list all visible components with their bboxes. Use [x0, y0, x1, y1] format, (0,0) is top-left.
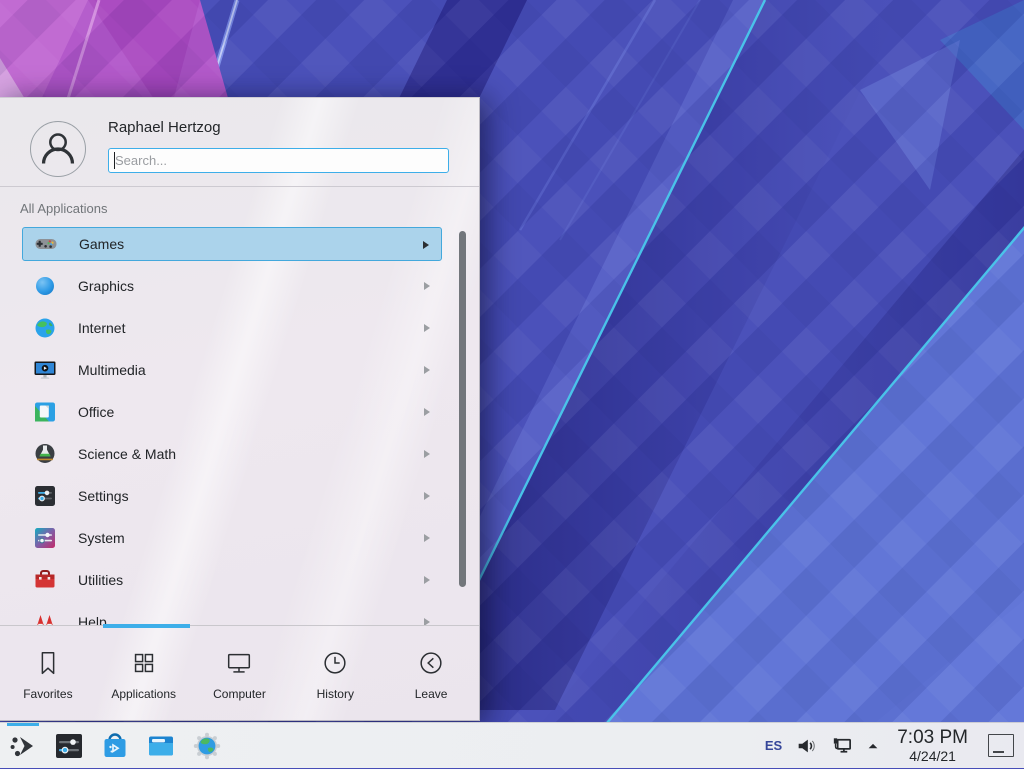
- taskbar-discover[interactable]: [92, 723, 138, 769]
- scrollbar[interactable]: [459, 231, 466, 587]
- submenu-arrow-icon: [423, 241, 429, 249]
- app-category-system[interactable]: System: [22, 521, 442, 555]
- digital-clock[interactable]: 7:03 PM 4/24/21: [897, 728, 968, 763]
- taskbar-application-launcher[interactable]: [0, 723, 46, 769]
- system-icon: [33, 526, 57, 550]
- text-caret: [114, 152, 115, 169]
- section-label: All Applications: [20, 201, 107, 216]
- kde-launcher-icon: [7, 730, 39, 762]
- submenu-arrow-icon: [424, 324, 430, 332]
- tab-leave[interactable]: Leave: [383, 626, 479, 722]
- network-icon[interactable]: [830, 734, 853, 757]
- user-icon: [32, 123, 84, 175]
- volume-icon[interactable]: [795, 735, 817, 757]
- applications-icon: [129, 648, 159, 678]
- submenu-arrow-icon: [424, 618, 430, 625]
- tab-label: Computer: [213, 687, 266, 701]
- clock-time: 7:03 PM: [897, 728, 968, 747]
- app-category-multimedia[interactable]: Multimedia: [22, 353, 442, 387]
- app-category-label: Science & Math: [78, 446, 176, 462]
- app-category-label: Multimedia: [78, 362, 146, 378]
- keyboard-layout-indicator[interactable]: ES: [765, 738, 782, 753]
- taskbar: ES 7:03 PM 4/24/21: [0, 722, 1024, 768]
- submenu-arrow-icon: [424, 534, 430, 542]
- settings-icon: [33, 484, 57, 508]
- science-icon: [33, 442, 57, 466]
- user-avatar[interactable]: [30, 121, 86, 177]
- browser-icon: [191, 730, 223, 762]
- tab-label: Leave: [415, 687, 448, 701]
- taskbar-launchers: [0, 723, 230, 768]
- graphics-icon: [33, 274, 57, 298]
- submenu-arrow-icon: [424, 576, 430, 584]
- games-icon: [34, 232, 58, 256]
- app-category-games[interactable]: Games: [22, 227, 442, 261]
- app-category-help[interactable]: Help: [22, 605, 442, 625]
- show-desktop-glyph: [993, 751, 1004, 753]
- search-input[interactable]: [108, 148, 449, 173]
- app-category-science-math[interactable]: Science & Math: [22, 437, 442, 471]
- app-category-label: Settings: [78, 488, 129, 504]
- submenu-arrow-icon: [424, 492, 430, 500]
- system-settings-icon: [53, 730, 85, 762]
- user-name: Raphael Hertzog: [108, 119, 221, 136]
- system-tray: ES 7:03 PM 4/24/21: [765, 723, 1024, 768]
- app-category-label: Internet: [78, 320, 125, 336]
- active-task-indicator: [7, 723, 39, 726]
- app-category-internet[interactable]: Internet: [22, 311, 442, 345]
- app-category-label: Office: [78, 404, 114, 420]
- submenu-arrow-icon: [424, 408, 430, 416]
- app-category-graphics[interactable]: Graphics: [22, 269, 442, 303]
- tab-applications[interactable]: Applications: [96, 626, 192, 722]
- clock-date: 4/24/21: [909, 749, 956, 763]
- app-category-settings[interactable]: Settings: [22, 479, 442, 513]
- internet-icon: [33, 316, 57, 340]
- computer-icon: [224, 648, 254, 678]
- app-category-label: Graphics: [78, 278, 134, 294]
- expand-tray-icon[interactable]: [866, 739, 880, 753]
- submenu-arrow-icon: [424, 450, 430, 458]
- utilities-icon: [33, 568, 57, 592]
- taskbar-system-settings[interactable]: [46, 723, 92, 769]
- discover-icon: [99, 730, 131, 762]
- tab-label: Favorites: [23, 687, 72, 701]
- taskbar-file-manager[interactable]: [138, 723, 184, 769]
- leave-icon: [416, 648, 446, 678]
- dolphin-icon: [145, 730, 177, 762]
- app-category-label: System: [78, 530, 125, 546]
- multimedia-icon: [33, 358, 57, 382]
- tab-label: Applications: [111, 687, 176, 701]
- app-category-utilities[interactable]: Utilities: [22, 563, 442, 597]
- submenu-arrow-icon: [424, 282, 430, 290]
- launcher-tab-bar: Favorites Applications Computer History Leav…: [0, 625, 479, 722]
- help-icon: [33, 610, 57, 625]
- submenu-arrow-icon: [424, 366, 430, 374]
- office-icon: [33, 400, 57, 424]
- history-icon: [320, 648, 350, 678]
- app-category-label: Games: [79, 236, 124, 252]
- app-category-label: Utilities: [78, 572, 123, 588]
- show-desktop-button[interactable]: [988, 734, 1014, 757]
- tab-label: History: [317, 687, 354, 701]
- favorites-icon: [33, 648, 63, 678]
- launcher-header: Raphael Hertzog: [0, 98, 479, 187]
- tab-computer[interactable]: Computer: [192, 626, 288, 722]
- application-launcher-popup: Raphael Hertzog All Applications Games Gr…: [0, 97, 480, 721]
- application-list: Games Graphics Internet Multimedia Office Sci…: [0, 218, 479, 625]
- app-category-office[interactable]: Office: [22, 395, 442, 429]
- active-tab-indicator: [103, 624, 190, 628]
- tab-history[interactable]: History: [287, 626, 383, 722]
- taskbar-web-browser[interactable]: [184, 723, 230, 769]
- tab-favorites[interactable]: Favorites: [0, 626, 96, 722]
